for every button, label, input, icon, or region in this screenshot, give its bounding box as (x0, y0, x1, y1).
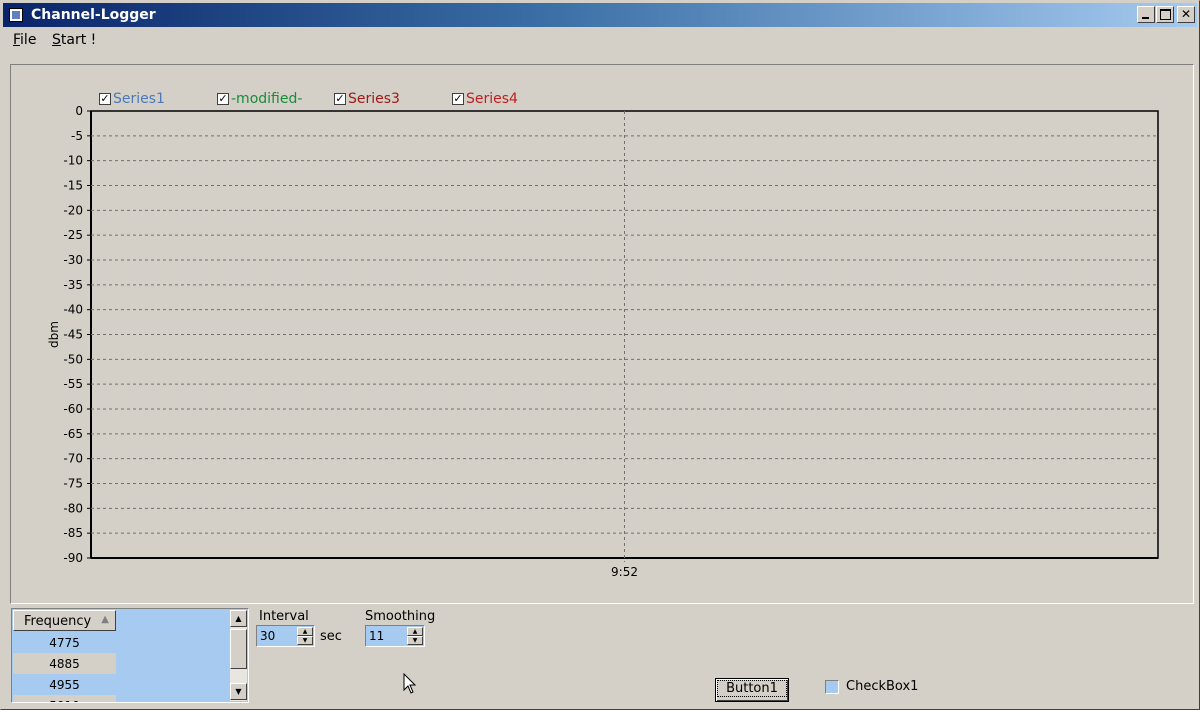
legend-label: Series4 (466, 91, 518, 107)
y-tick-label: -35 (63, 278, 83, 292)
sort-asc-icon: ▲ (101, 614, 109, 625)
button1[interactable]: Button1 (715, 678, 789, 702)
interval-spinner[interactable]: 30 ▲ ▼ (256, 625, 315, 647)
smoothing-spin-buttons: ▲ ▼ (407, 627, 423, 645)
smoothing-down-icon[interactable]: ▼ (407, 636, 423, 645)
menu-start-accel: S (52, 32, 61, 48)
y-tick-label: -5 (71, 129, 83, 143)
interval-down-icon[interactable]: ▼ (297, 636, 313, 645)
y-tick-label: -45 (63, 328, 83, 342)
frequency-header-label: Frequency (24, 614, 92, 629)
mouse-cursor-icon (403, 673, 417, 694)
legend-label: -modified- (231, 91, 303, 107)
y-tick-label: -20 (63, 203, 83, 217)
x-tick-label: 9:52 (611, 565, 638, 579)
y-axis-label: dbm (47, 321, 61, 348)
window-title: Channel-Logger (31, 7, 156, 23)
interval-up-icon[interactable]: ▲ (297, 627, 313, 636)
interval-label: Interval (259, 609, 309, 624)
menu-start-label: tart ! (60, 32, 97, 48)
smoothing-spinner[interactable]: 11 ▲ ▼ (365, 625, 425, 647)
list-item[interactable]: 4775 (13, 632, 116, 653)
y-tick-label: -30 (63, 253, 83, 267)
title-bar[interactable]: Channel-Logger ✕ (3, 3, 1197, 27)
smoothing-up-icon[interactable]: ▲ (407, 627, 423, 636)
y-tick-label: -15 (63, 179, 83, 193)
y-tick-label: -90 (63, 551, 83, 565)
list-item[interactable]: 4955 (13, 674, 116, 695)
y-tick-label: -75 (63, 477, 83, 491)
y-tick-label: -70 (63, 452, 83, 466)
minimize-button[interactable] (1137, 6, 1155, 23)
list-item[interactable]: 5010 (13, 695, 116, 702)
menu-bar: File Start ! (3, 29, 1197, 51)
legend-label: Series1 (113, 91, 165, 107)
smoothing-value[interactable]: 11 (369, 629, 384, 643)
list-scrollbar[interactable]: ▲ ▼ (230, 610, 247, 701)
legend-checkbox-icon[interactable]: ✓ (99, 93, 111, 105)
legend-checkbox-icon[interactable]: ✓ (452, 93, 464, 105)
y-tick-label: -65 (63, 427, 83, 441)
legend-item[interactable]: ✓ -modified- (217, 91, 302, 107)
chart-panel: 0 -5 -10 -15 -20 -25 -30 -35 -40 -45 -50 -55 -60 -65 -… (10, 64, 1194, 604)
y-tick-label: -40 (63, 303, 83, 317)
frequency-column-header[interactable]: Frequency ▲ (13, 610, 116, 631)
scroll-down-icon[interactable]: ▼ (230, 683, 247, 700)
list-item[interactable]: 4885 (13, 653, 116, 674)
signal-chart: 0 -5 -10 -15 -20 -25 -30 -35 -40 -45 -50 -55 -60 -65 -… (47, 104, 1159, 579)
y-tick-label: -50 (63, 352, 83, 366)
y-tick-label: -25 (63, 228, 83, 242)
window-controls: ✕ (1136, 6, 1195, 23)
checkbox1[interactable]: CheckBox1 (825, 679, 918, 694)
maximize-button[interactable] (1156, 6, 1174, 23)
y-tick-label: -10 (63, 154, 83, 168)
legend-checkbox-icon[interactable]: ✓ (217, 93, 229, 105)
smoothing-label: Smoothing (365, 609, 436, 624)
close-button[interactable]: ✕ (1177, 6, 1195, 23)
frequency-list[interactable]: Frequency ▲ 4775 4885 4955 5010 ▲ ▼ (11, 608, 249, 703)
checkbox1-label: CheckBox1 (846, 679, 919, 694)
legend-item[interactable]: ✓ Series4 (452, 91, 518, 107)
menu-file-label: ile (20, 32, 37, 48)
interval-value[interactable]: 30 (260, 629, 275, 643)
legend-label: Series3 (348, 91, 400, 107)
interval-unit: sec (320, 629, 342, 644)
y-tick-label: -60 (63, 402, 83, 416)
legend-item[interactable]: ✓ Series3 (334, 91, 400, 107)
legend-item[interactable]: ✓ Series1 (99, 91, 165, 107)
app-icon (9, 8, 23, 22)
menu-start[interactable]: Start ! (52, 32, 96, 48)
y-tick-label: -80 (63, 501, 83, 515)
button1-label: Button1 (717, 680, 787, 697)
menu-file[interactable]: File (13, 32, 36, 48)
interval-spin-buttons: ▲ ▼ (297, 627, 313, 645)
scroll-thumb[interactable] (230, 629, 247, 669)
y-tick-label: -55 (63, 377, 83, 391)
y-tick-label: 0 (75, 104, 83, 118)
checkbox1-box[interactable] (825, 679, 839, 694)
scroll-up-icon[interactable]: ▲ (230, 610, 247, 627)
legend-checkbox-icon[interactable]: ✓ (334, 93, 346, 105)
y-tick-label: -85 (63, 526, 83, 540)
menu-file-accel: F (13, 32, 21, 48)
app-window: Channel-Logger ✕ File Start ! 0 -5 -10 -15 -… (0, 0, 1200, 710)
